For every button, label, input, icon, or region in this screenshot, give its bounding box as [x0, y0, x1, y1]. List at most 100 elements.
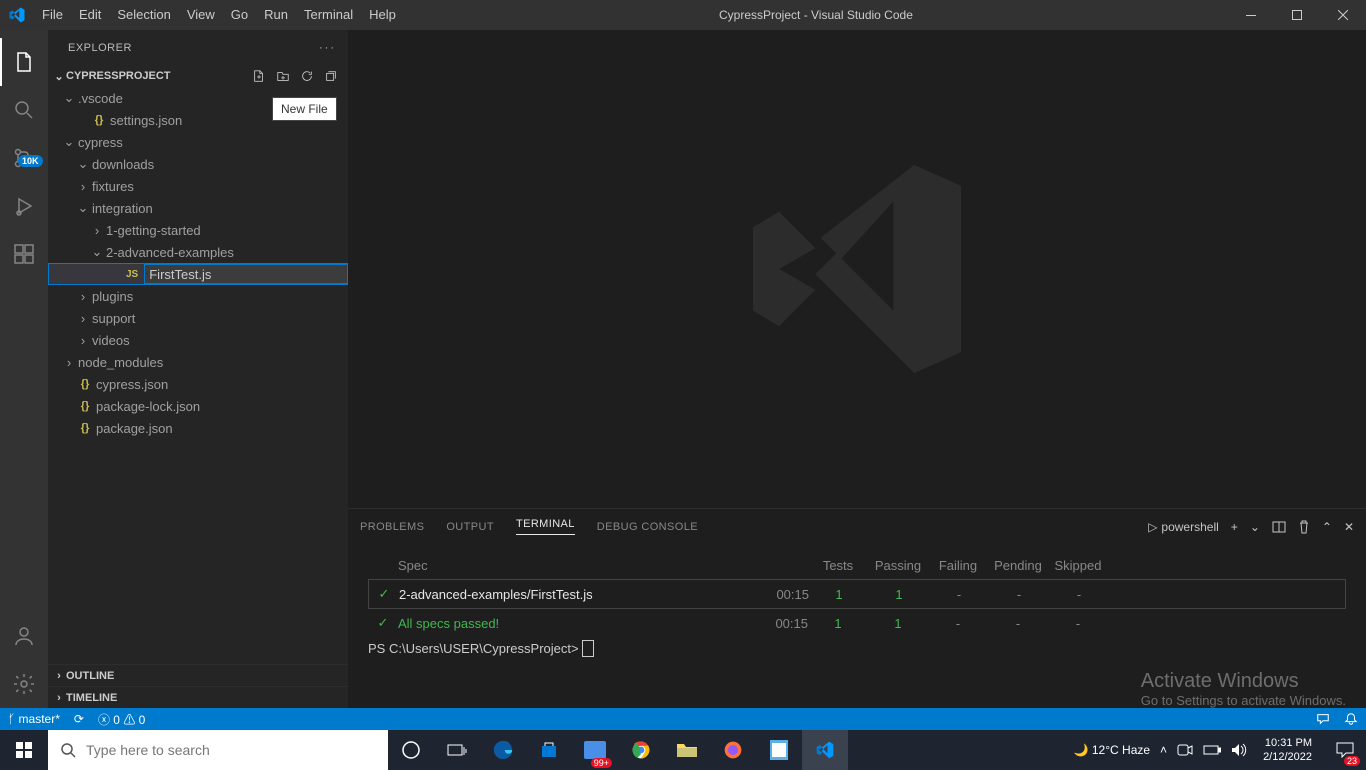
maximize-button[interactable] [1274, 0, 1320, 30]
col-skipped: Skipped [1048, 558, 1108, 573]
taskbar-search[interactable]: Type here to search [48, 730, 388, 770]
chrome-icon[interactable] [618, 730, 664, 770]
sync-icon[interactable]: ⟳ [74, 712, 84, 726]
activity-bar: 10K [0, 30, 48, 708]
col-failing: Failing [928, 558, 988, 573]
action-center-icon[interactable]: 23 [1328, 730, 1362, 770]
title-bar: File Edit Selection View Go Run Terminal… [0, 0, 1366, 30]
volume-icon[interactable] [1231, 743, 1247, 757]
split-terminal-icon[interactable] [1272, 520, 1286, 534]
check-icon: ✓ [368, 615, 398, 631]
new-file-icon[interactable] [252, 69, 266, 83]
terminal-shell-label[interactable]: ▷powershell [1148, 520, 1219, 534]
menu-help[interactable]: Help [361, 0, 404, 30]
menu-go[interactable]: Go [223, 0, 256, 30]
settings-gear-icon[interactable] [0, 660, 48, 708]
maximize-panel-icon[interactable]: ⌃ [1322, 520, 1332, 534]
menu-run[interactable]: Run [256, 0, 296, 30]
vscode-taskbar-icon[interactable] [802, 730, 848, 770]
js-file-icon: JS [126, 269, 138, 280]
timeline-section[interactable]: ›TIMELINE [48, 686, 348, 708]
explorer-folder-icon[interactable] [664, 730, 710, 770]
notification-count-badge: 23 [1344, 756, 1360, 766]
new-folder-icon[interactable] [276, 69, 290, 83]
meet-now-icon[interactable] [1177, 743, 1193, 757]
explorer-title: EXPLORER [68, 42, 132, 54]
feedback-icon[interactable] [1316, 712, 1330, 726]
kill-terminal-icon[interactable] [1298, 520, 1310, 534]
folder-support[interactable]: ›support [48, 307, 348, 329]
news-icon[interactable]: 99+ [572, 730, 618, 770]
firefox-icon[interactable] [710, 730, 756, 770]
explorer-sidebar: EXPLORER ··· ⌄ CYPRESSPROJECT New File ⌄… [48, 30, 348, 708]
file-package-json[interactable]: {}package.json [48, 417, 348, 439]
store-icon[interactable] [526, 730, 572, 770]
menu-view[interactable]: View [179, 0, 223, 30]
close-button[interactable] [1320, 0, 1366, 30]
start-button[interactable] [0, 730, 48, 770]
file-cypress-json[interactable]: {}cypress.json [48, 373, 348, 395]
collapse-all-icon[interactable] [324, 69, 338, 83]
folder-getting-started[interactable]: ›1-getting-started [48, 219, 348, 241]
tab-terminal[interactable]: TERMINAL [516, 518, 575, 535]
terminal-prompt[interactable]: PS C:\Users\USER\CypressProject> [368, 641, 1346, 656]
cortana-icon[interactable] [388, 730, 434, 770]
news-badge: 99+ [591, 758, 612, 768]
activate-windows-watermark: Activate Windows Go to Settings to activ… [1141, 670, 1346, 708]
window-title: CypressProject - Visual Studio Code [404, 8, 1228, 22]
new-file-tooltip: New File [272, 97, 337, 121]
menu-selection[interactable]: Selection [109, 0, 178, 30]
minimize-button[interactable] [1228, 0, 1274, 30]
problems-indicator[interactable]: ⓧ 0 ⚠ 0 [98, 711, 145, 728]
close-panel-icon[interactable]: ✕ [1344, 520, 1354, 534]
tab-output[interactable]: OUTPUT [446, 521, 494, 533]
editor-watermark [348, 30, 1366, 508]
spec-result-row: ✓ 2-advanced-examples/FirstTest.js 00:15… [369, 586, 1345, 602]
folder-videos[interactable]: ›videos [48, 329, 348, 351]
project-header[interactable]: ⌄ CYPRESSPROJECT [48, 65, 348, 87]
menu-file[interactable]: File [34, 0, 71, 30]
edge-icon[interactable] [480, 730, 526, 770]
check-icon: ✓ [369, 586, 399, 602]
file-tree: ⌄.vscode {}settings.json ⌄cypress ⌄downl… [48, 87, 348, 664]
notifications-bell-icon[interactable] [1344, 712, 1358, 726]
project-name: CYPRESSPROJECT [66, 70, 171, 82]
taskbar-clock[interactable]: 10:31 PM 2/12/2022 [1257, 736, 1318, 764]
scm-badge: 10K [18, 155, 43, 167]
folder-downloads[interactable]: ⌄downloads [48, 153, 348, 175]
extensions-icon[interactable] [0, 230, 48, 278]
notepad-icon[interactable] [756, 730, 802, 770]
explorer-icon[interactable] [0, 38, 48, 86]
col-passing: Passing [868, 558, 928, 573]
main-menu: File Edit Selection View Go Run Terminal… [34, 0, 404, 30]
new-terminal-icon[interactable]: + [1231, 520, 1238, 534]
folder-plugins[interactable]: ›plugins [48, 285, 348, 307]
accounts-icon[interactable] [0, 612, 48, 660]
folder-integration[interactable]: ⌄integration [48, 197, 348, 219]
weather-widget[interactable]: 🌙 12°C Haze [1074, 743, 1150, 757]
refresh-icon[interactable] [300, 69, 314, 83]
rename-input[interactable] [144, 264, 348, 284]
col-tests: Tests [808, 558, 868, 573]
explorer-more-icon[interactable]: ··· [319, 42, 336, 54]
terminal-dropdown-icon[interactable]: ⌄ [1250, 520, 1260, 534]
file-package-lock-json[interactable]: {}package-lock.json [48, 395, 348, 417]
task-view-icon[interactable] [434, 730, 480, 770]
tray-chevron-icon[interactable]: ˄ [1160, 743, 1167, 757]
battery-icon[interactable] [1203, 745, 1221, 755]
search-placeholder: Type here to search [86, 742, 210, 758]
search-icon[interactable] [0, 86, 48, 134]
editor-area: PROBLEMS OUTPUT TERMINAL DEBUG CONSOLE ▷… [348, 30, 1366, 708]
folder-fixtures[interactable]: ›fixtures [48, 175, 348, 197]
folder-cypress[interactable]: ⌄cypress [48, 131, 348, 153]
folder-node-modules[interactable]: ›node_modules [48, 351, 348, 373]
rename-input-row[interactable]: JS [48, 263, 348, 285]
run-debug-icon[interactable] [0, 182, 48, 230]
menu-terminal[interactable]: Terminal [296, 0, 361, 30]
outline-section[interactable]: ›OUTLINE [48, 664, 348, 686]
branch-indicator[interactable]: ᚶ master* [8, 712, 60, 726]
tab-problems[interactable]: PROBLEMS [360, 521, 424, 533]
menu-edit[interactable]: Edit [71, 0, 109, 30]
folder-advanced-examples[interactable]: ⌄2-advanced-examples [48, 241, 348, 263]
tab-debug-console[interactable]: DEBUG CONSOLE [597, 521, 698, 533]
